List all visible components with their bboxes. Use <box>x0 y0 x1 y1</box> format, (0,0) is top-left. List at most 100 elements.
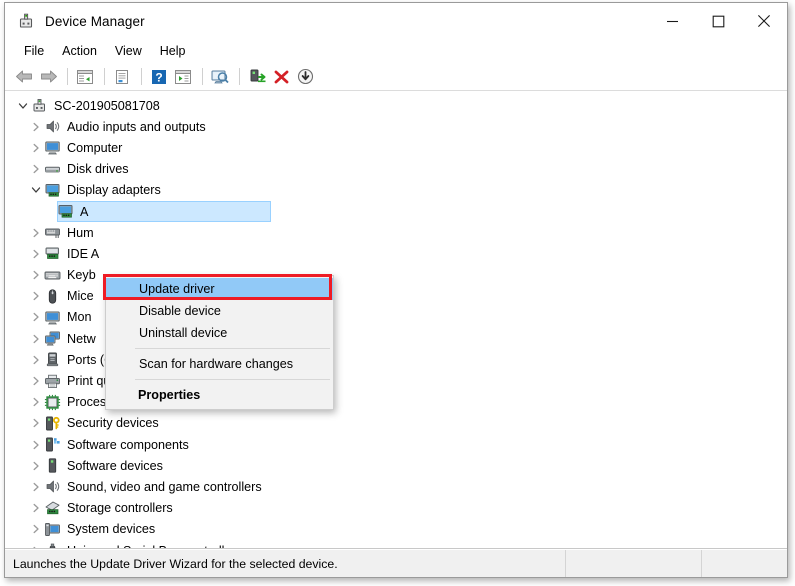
disable-device-icon[interactable] <box>294 66 316 88</box>
menu-file[interactable]: File <box>15 42 53 60</box>
uninstall-device-icon[interactable] <box>270 66 292 88</box>
context-menu-item-uninstall-device[interactable]: Uninstall device <box>106 322 333 344</box>
status-message: Launches the Update Driver Wizard for th… <box>5 550 566 577</box>
chevron-down-icon[interactable] <box>28 180 44 201</box>
properties-icon[interactable] <box>111 66 133 88</box>
tree-item-software-components[interactable]: Software components <box>15 434 787 455</box>
device-manager-icon <box>17 12 35 30</box>
maximize-icon[interactable] <box>695 3 741 39</box>
window-controls <box>649 3 787 39</box>
tree-item-root[interactable]: SC-201905081708 <box>15 95 787 116</box>
printer-icon <box>44 373 61 390</box>
tree-item-label: Software components <box>67 438 189 452</box>
toolbar: ? <box>5 63 787 91</box>
security-device-icon <box>44 415 61 432</box>
chevron-right-icon[interactable] <box>28 476 44 497</box>
tree-item-label: Sound, video and game controllers <box>67 480 262 494</box>
monitor-icon <box>44 139 61 156</box>
storage-controller-icon <box>44 500 61 517</box>
tree-item-label: A <box>80 205 88 219</box>
enable-device-icon[interactable] <box>246 66 268 88</box>
usb-icon <box>44 542 61 549</box>
tree-item-human-interface-devices[interactable]: Hum <box>15 222 787 243</box>
minimize-icon[interactable] <box>649 3 695 39</box>
scan-for-hardware-changes-icon[interactable] <box>209 66 231 88</box>
chevron-right-icon[interactable] <box>28 307 44 328</box>
hid-icon <box>44 224 61 241</box>
tree-item-software-devices[interactable]: Software devices <box>15 455 787 476</box>
tree-item-computer[interactable]: Computer <box>15 137 787 158</box>
tree-item-display-adapter-device[interactable]: A <box>15 201 787 222</box>
tree-item-label: Display adapters <box>67 183 161 197</box>
toolbar-separator <box>104 68 105 85</box>
chevron-right-icon[interactable] <box>28 243 44 264</box>
tree-item-label: Storage controllers <box>67 501 173 515</box>
tree-item-ide-ata-atapi-controllers[interactable]: IDE A <box>15 243 787 264</box>
help-icon[interactable]: ? <box>148 66 170 88</box>
menu-help[interactable]: Help <box>151 42 195 60</box>
tree-item-storage-controllers[interactable]: Storage controllers <box>15 498 787 519</box>
keyboard-icon <box>44 267 61 284</box>
tree-item-label: Hum <box>67 226 94 240</box>
toolbar-separator <box>67 68 68 85</box>
toolbar-separator <box>239 68 240 85</box>
tree-item-system-devices[interactable]: System devices <box>15 519 787 540</box>
mouse-icon <box>44 288 61 305</box>
tree-item-display-adapters[interactable]: Display adapters <box>15 180 787 201</box>
tree-item-disk-drives[interactable]: Disk drives <box>15 159 787 180</box>
svg-text:?: ? <box>155 70 162 84</box>
chevron-right-icon[interactable] <box>28 519 44 540</box>
chevron-right-icon[interactable] <box>28 116 44 137</box>
chevron-right-icon[interactable] <box>28 371 44 392</box>
chevron-right-icon[interactable] <box>28 286 44 307</box>
tree-item-label: Disk drives <box>67 162 129 176</box>
chevron-right-icon[interactable] <box>28 392 44 413</box>
context-menu-item-scan-for-hardware-changes[interactable]: Scan for hardware changes <box>106 353 333 375</box>
tree-item-universal-serial-bus-controllers[interactable]: Universal Serial Bus controllers <box>15 540 787 549</box>
chevron-right-icon[interactable] <box>28 222 44 243</box>
chevron-right-icon[interactable] <box>28 349 44 370</box>
chevron-right-icon[interactable] <box>28 328 44 349</box>
tree-item-label: Keyb <box>67 268 96 282</box>
chevron-right-icon[interactable] <box>28 265 44 286</box>
speaker-icon <box>44 118 61 135</box>
context-menu-separator <box>135 379 330 380</box>
menu-action[interactable]: Action <box>53 42 106 60</box>
chevron-right-icon[interactable] <box>28 540 44 549</box>
chevron-right-icon[interactable] <box>28 498 44 519</box>
tree-item-label: SC-201905081708 <box>54 99 160 113</box>
context-menu-item-disable-device[interactable]: Disable device <box>106 300 333 322</box>
update-driver-icon[interactable] <box>172 66 194 88</box>
port-icon <box>44 351 61 368</box>
chevron-right-icon[interactable] <box>28 434 44 455</box>
show-hide-console-tree-icon[interactable] <box>74 66 96 88</box>
tree-item-sound-video-and-game-controllers[interactable]: Sound, video and game controllers <box>15 476 787 497</box>
speaker-icon <box>44 478 61 495</box>
ide-controller-icon <box>44 245 61 262</box>
tree-item-label: Mice <box>67 289 94 303</box>
toolbar-separator <box>141 68 142 85</box>
forward-arrow-icon[interactable] <box>37 66 59 88</box>
close-icon[interactable] <box>741 3 787 39</box>
chevron-down-icon[interactable] <box>15 95 31 116</box>
chevron-right-icon[interactable] <box>28 137 44 158</box>
display-adapter-icon <box>57 203 74 220</box>
context-menu-item-update-driver[interactable]: Update driver <box>106 278 333 300</box>
menu-view[interactable]: View <box>106 42 151 60</box>
display-adapter-icon <box>44 182 61 199</box>
chevron-right-icon[interactable] <box>28 413 44 434</box>
computer-root-icon <box>31 97 48 114</box>
menu-bar: File Action View Help <box>5 39 787 63</box>
disk-drive-icon <box>44 161 61 178</box>
tree-item-label: Security devices <box>67 416 159 430</box>
chevron-right-icon[interactable] <box>28 455 44 476</box>
status-panel-2 <box>566 550 702 577</box>
context-menu-item-properties[interactable]: Properties <box>106 384 333 406</box>
chevron-right-icon[interactable] <box>28 159 44 180</box>
processor-icon <box>44 394 61 411</box>
device-manager-window: Device Manager File Action View Help <box>4 2 788 578</box>
tree-item-audio-inputs-and-outputs[interactable]: Audio inputs and outputs <box>15 116 787 137</box>
tree-item-security-devices[interactable]: Security devices <box>15 413 787 434</box>
tree-item-label: System devices <box>67 522 155 536</box>
back-arrow-icon[interactable] <box>13 66 35 88</box>
